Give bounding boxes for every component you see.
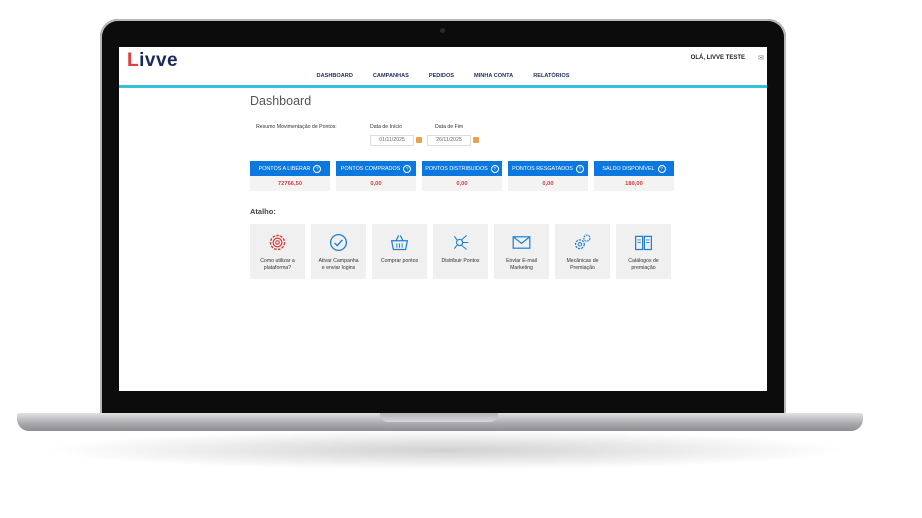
nav-minha-conta[interactable]: MINHA CONTA [474, 73, 513, 85]
card-saldo-disponivel: SALDO DISPONÍVEL? 180,00 [594, 161, 674, 191]
livve-logo[interactable]: Livve [127, 50, 178, 72]
shortcut-label: Ativar Campanha e enviar logins [318, 258, 359, 271]
nav-relatorios[interactable]: RELATÓRIOS [533, 73, 569, 85]
book-icon [635, 235, 652, 251]
shortcut-comprar-pontos[interactable]: Comprar pontos [372, 224, 427, 279]
shortcut-label: Mecânicas de Premiação [566, 258, 599, 271]
logo-initial: L [127, 50, 140, 71]
shortcut-label: Comprar pontos [380, 258, 419, 264]
card-header: PONTOS RESGATADOS? [508, 161, 588, 176]
calendar-icon[interactable] [416, 137, 422, 143]
main-nav: DASHBOARD CAMPANHAS PEDIDOS MINHA CONTA … [119, 73, 767, 85]
card-label: PONTOS COMPRADOS [340, 165, 401, 172]
card-value: 0,00 [508, 176, 588, 191]
shortcut-catalogos[interactable]: Catálogos de premiação [616, 224, 671, 279]
envelope-icon [512, 236, 531, 249]
card-label: PONTOS RESGATADOS [512, 165, 573, 172]
help-icon[interactable]: ? [403, 164, 412, 173]
shortcut-label: Como utilizar a plataforma? [260, 258, 295, 271]
end-date-input[interactable]: 26/11/2025 [427, 135, 471, 146]
laptop-screen: Livve OLÁ, LIVVE TESTE ✉ DASHBOARD CAMPA… [119, 47, 767, 391]
help-icon[interactable]: ? [490, 164, 499, 173]
shortcut-label: Catálogos de premiação [628, 258, 659, 271]
calendar-icon[interactable] [473, 137, 479, 143]
card-label: SALDO DISPONÍVEL [602, 165, 655, 172]
shortcut-grid: Como utilizar a plataforma? Ativar Campa… [250, 224, 671, 279]
app-header: Livve OLÁ, LIVVE TESTE ✉ DASHBOARD CAMPA… [119, 47, 767, 88]
start-date-label: Data de Início [370, 124, 403, 130]
shortcut-label: Distribuir Pontos [441, 258, 480, 264]
laptop-lid: Livve OLÁ, LIVVE TESTE ✉ DASHBOARD CAMPA… [100, 19, 786, 417]
laptop-shadow [40, 430, 850, 470]
card-value: 0,00 [336, 176, 416, 191]
points-cards: PONTOS A LIBERAR? 72766,50 PONTOS COMPRA… [250, 161, 674, 191]
shortcut-label: Enviar E-mail Marketing [506, 258, 537, 271]
logo-text: ivve [139, 50, 179, 71]
page-title: Dashboard [250, 94, 312, 108]
card-header: PONTOS COMPRADOS? [336, 161, 416, 176]
shortcut-enviar-email[interactable]: Enviar E-mail Marketing [494, 224, 549, 279]
nav-campanhas[interactable]: CAMPANHAS [373, 73, 409, 85]
card-header: SALDO DISPONÍVEL? [594, 161, 674, 176]
card-pontos-a-liberar: PONTOS A LIBERAR? 72766,50 [250, 161, 330, 191]
card-label: PONTOS DISTRIBUIDOS [425, 165, 488, 172]
check-circle-icon [329, 233, 348, 252]
chat-icon[interactable]: ✉ [758, 54, 764, 62]
laptop-notch [380, 413, 498, 422]
shortcuts-title: Atalho: [250, 207, 276, 216]
end-date-label: Data de Fim [435, 124, 464, 130]
card-header: PONTOS A LIBERAR? [250, 161, 330, 176]
user-greeting[interactable]: OLÁ, LIVVE TESTE [691, 55, 745, 61]
shortcut-mecanicas[interactable]: Mecânicas de Premiação [555, 224, 610, 279]
distribute-icon [453, 235, 469, 250]
card-pontos-resgatados: PONTOS RESGATADOS? 0,00 [508, 161, 588, 191]
card-pontos-distribuidos: PONTOS DISTRIBUIDOS? 0,00 [422, 161, 502, 191]
card-header: PONTOS DISTRIBUIDOS? [422, 161, 502, 176]
shortcut-ativar-campanha[interactable]: Ativar Campanha e enviar logins [311, 224, 366, 279]
start-date-input[interactable]: 01/11/2025 [370, 135, 414, 146]
summary-label: Resumo Movimentação de Pontos: [256, 124, 337, 130]
help-icon[interactable]: ? [657, 164, 666, 173]
card-label: PONTOS A LIBERAR [258, 165, 311, 172]
shortcut-distribuir-pontos[interactable]: Distribuir Pontos [433, 224, 488, 279]
gears-icon [574, 234, 591, 250]
camera-icon [440, 28, 445, 33]
card-value: 180,00 [594, 176, 674, 191]
basket-icon [390, 235, 409, 251]
shortcut-como-utilizar[interactable]: Como utilizar a plataforma? [250, 224, 305, 279]
nav-underline [119, 85, 767, 88]
gear-icon [269, 234, 286, 251]
help-icon[interactable]: ? [313, 164, 322, 173]
nav-dashboard[interactable]: DASHBOARD [317, 73, 353, 85]
help-icon[interactable]: ? [575, 164, 584, 173]
card-value: 72766,50 [250, 176, 330, 191]
card-pontos-comprados: PONTOS COMPRADOS? 0,00 [336, 161, 416, 191]
nav-pedidos[interactable]: PEDIDOS [429, 73, 454, 85]
card-value: 0,00 [422, 176, 502, 191]
